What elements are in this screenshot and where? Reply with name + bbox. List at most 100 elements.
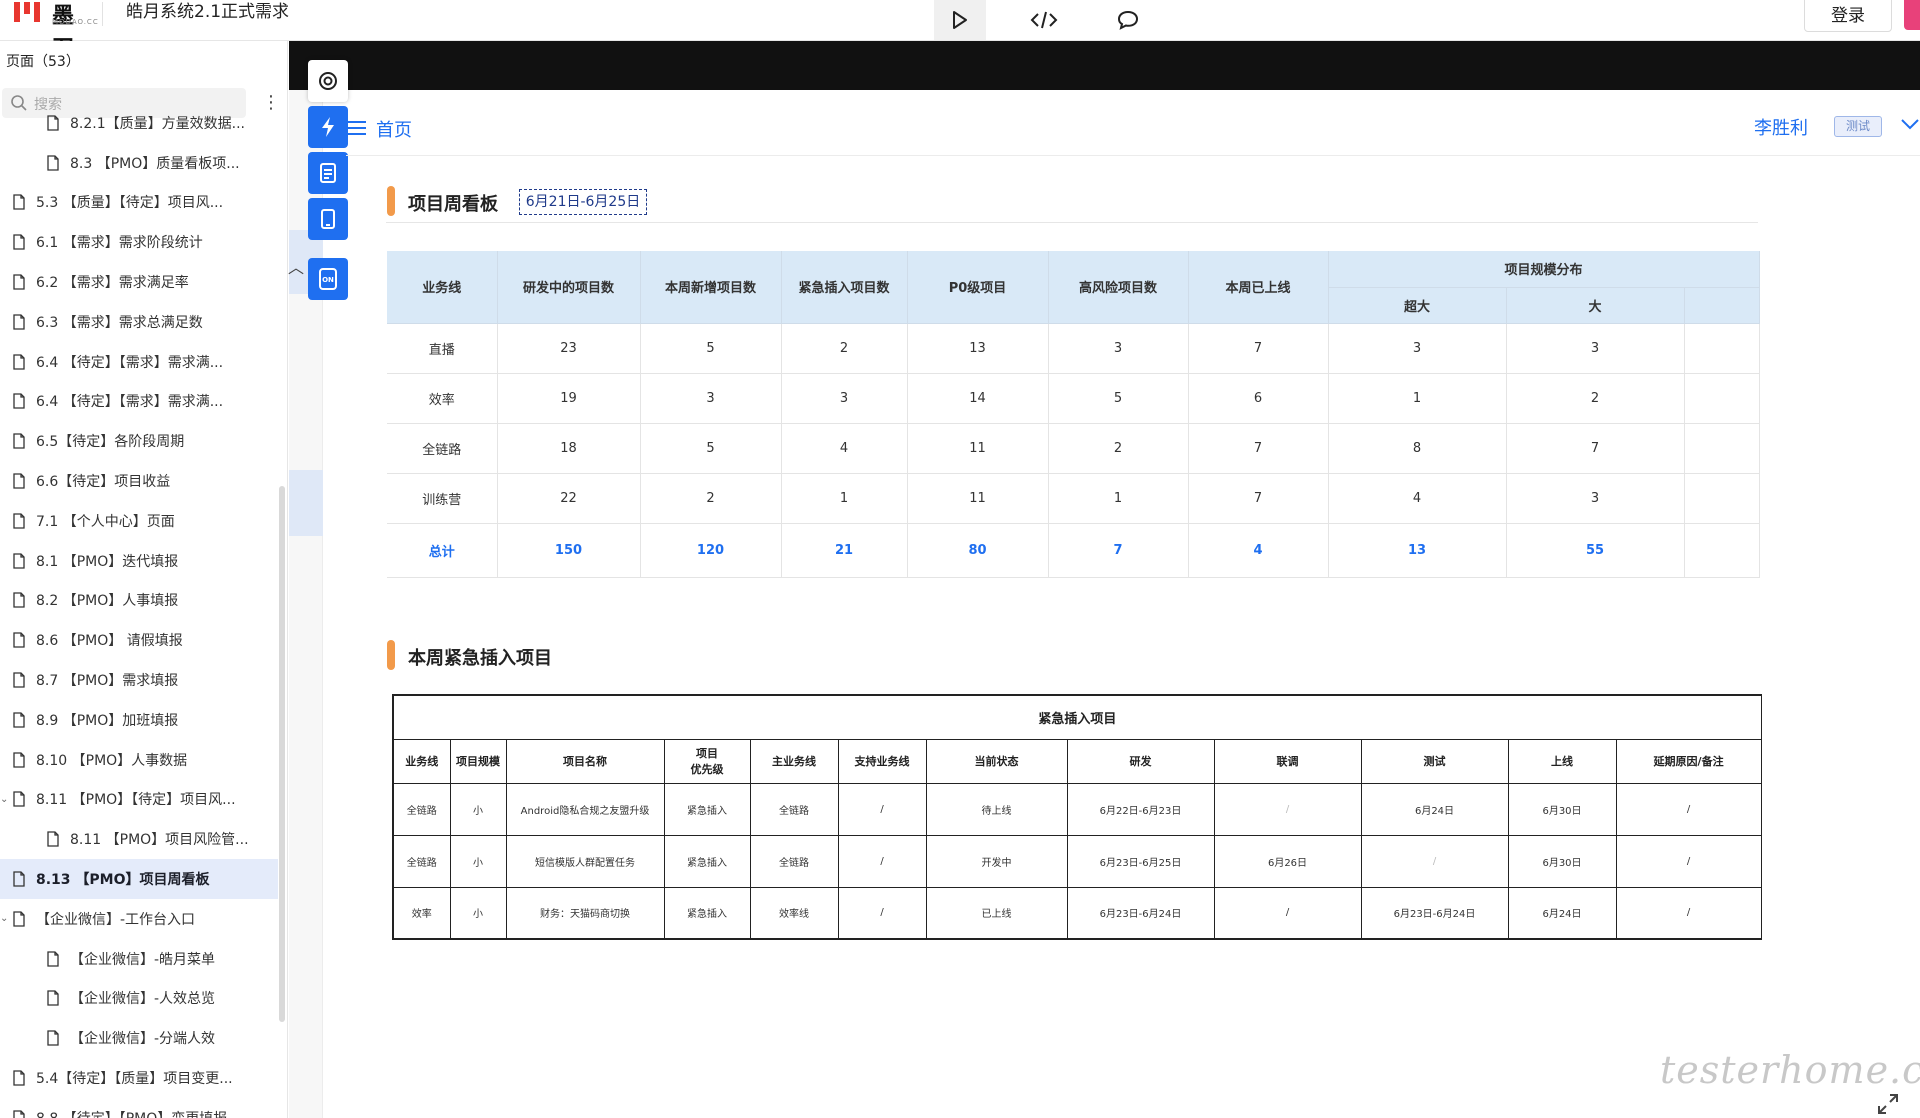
summary-cell: 3 (1048, 323, 1189, 374)
page-tree-label: 【企业微信】-工作台入口 (36, 911, 196, 928)
date-range-tag[interactable]: 6月21日-6月25日 (519, 189, 647, 215)
page-doc-icon (13, 871, 25, 887)
comment-button[interactable] (1102, 0, 1154, 40)
page-tree-item[interactable]: ⌄ 8.11 【PMO】【待定】项目风... (0, 780, 278, 820)
page-doc-icon (13, 592, 25, 609)
summary-cell[interactable]: 7 (1048, 523, 1189, 578)
page-tree-item[interactable]: 【企业微信】-人效总览 (0, 979, 278, 1019)
urgent-title-marker (387, 640, 395, 670)
page-tree-label: 【企业微信】-分端人效 (70, 1031, 216, 1048)
project-title: 皓月系统2.1正式需求 (126, 2, 290, 22)
fullscreen-expand-icon[interactable] (1876, 1092, 1900, 1116)
page-tree: 8.2.1【质量】方量效数据... 8.3 【PMO】质量看板项... 5.3 【质… (0, 115, 278, 1118)
page-tree-item[interactable]: 【企业微信】-皓月菜单 (0, 939, 278, 979)
summary-cell: 23 (497, 323, 641, 374)
urgent-cell: / (1615, 886, 1762, 940)
summary-cell: 2 (781, 323, 908, 374)
code-button[interactable] (1018, 0, 1070, 40)
lightning-button[interactable] (308, 106, 348, 148)
summary-cell: 1 (781, 473, 908, 524)
home-link[interactable]: 首页 (376, 116, 412, 142)
weekly-board-title: 项目周看板 (408, 194, 498, 215)
page-tree-item[interactable]: 8.9 【PMO】加班填报 (0, 700, 278, 740)
summary-cell: 7 (1506, 423, 1685, 474)
page-tree-item[interactable]: 【企业微信】-分端人效 (0, 1018, 278, 1058)
target-button[interactable] (308, 60, 348, 102)
summary-header-cell: 本周新增项目数 (640, 251, 782, 324)
summary-cell[interactable]: 120 (640, 523, 782, 578)
summary-cell: 19 (497, 373, 641, 424)
urgent-cell: / (1615, 782, 1762, 836)
summary-cell[interactable]: 150 (497, 523, 641, 578)
page-tree-item[interactable]: 8.11 【PMO】项目风险管... (0, 819, 278, 859)
mobile-button[interactable] (308, 198, 348, 240)
page-tree-item[interactable]: 5.4【待定】【质量】项目变更... (0, 1058, 278, 1098)
summary-cell[interactable] (1684, 523, 1760, 578)
summary-header-cell: 项目规模分布 (1328, 251, 1760, 288)
expand-chevron-icon[interactable]: ⌄ (0, 794, 8, 805)
collapse-caret-icon[interactable]: ︿ (288, 254, 304, 278)
page-tree-item[interactable]: 6.4 【待定】【需求】需求满... (0, 342, 278, 382)
page-doc-icon (47, 115, 59, 131)
urgent-cell: 短信模版人群配置任务 (505, 834, 665, 888)
summary-cell[interactable]: 总计 (387, 523, 498, 578)
toggle-on-icon: ON (319, 268, 337, 290)
code-icon (1030, 11, 1058, 29)
page-tree-item[interactable]: 8.6 【PMO】 请假填报 (0, 620, 278, 660)
summary-cell: 5 (640, 423, 782, 474)
urgent-cell: 小 (449, 886, 507, 940)
user-name[interactable]: 李胜利 (1754, 114, 1808, 140)
summary-cell[interactable]: 13 (1328, 523, 1507, 578)
avatar-edge[interactable] (1904, 0, 1920, 30)
urgent-cell: / (1213, 782, 1362, 836)
summary-cell[interactable]: 4 (1188, 523, 1329, 578)
urgent-header-cell: 项目 优先级 (663, 738, 751, 784)
urgent-cell: 紧急插入 (663, 834, 751, 888)
page-tree-item[interactable]: 6.2 【需求】需求满足率 (0, 262, 278, 302)
page-tree-item[interactable]: 6.5【待定】各阶段周期 (0, 421, 278, 461)
env-badge: 测试 (1834, 116, 1882, 137)
summary-cell[interactable]: 55 (1506, 523, 1685, 578)
page-tree-item[interactable]: 6.1 【需求】需求阶段统计 (0, 222, 278, 262)
sidebar-scrollbar[interactable] (279, 486, 285, 1022)
summary-cell: 5 (1048, 373, 1189, 424)
page-tree-label: 6.3 【需求】需求总满足数 (36, 314, 203, 331)
page-tree-item[interactable]: 8.2.1【质量】方量效数据... (0, 103, 278, 143)
page-tree-item[interactable]: 8.3 【PMO】质量看板项... (0, 143, 278, 183)
page-tree-item[interactable]: ⌄ 【企业微信】-工作台入口 (0, 899, 278, 939)
urgent-cell: 全链路 (749, 834, 839, 888)
chevron-down-icon[interactable] (1900, 116, 1920, 132)
page-tree-item[interactable]: 6.3 【需求】需求总满足数 (0, 302, 278, 342)
summary-row: 效率 19 3 3 14 5 6 1 2 (387, 373, 1760, 424)
play-button[interactable] (934, 0, 986, 40)
login-button[interactable]: 登录 (1804, 0, 1892, 32)
urgent-cell: / (1360, 834, 1509, 888)
topbar-divider (102, 2, 103, 26)
page-tree-item[interactable]: 8.10 【PMO】人事数据 (0, 740, 278, 780)
summary-cell[interactable]: 80 (907, 523, 1049, 578)
document-button[interactable] (308, 152, 348, 194)
modao-logo[interactable]: 墨刀 MODAO.CC (8, 0, 98, 61)
page-tree-item[interactable]: 5.3 【质量】【待定】项目风... (0, 183, 278, 223)
page-tree-item[interactable]: 8.13 【PMO】项目周看板 (0, 859, 278, 899)
summary-cell[interactable]: 21 (781, 523, 908, 578)
lightning-icon (322, 117, 334, 137)
toggle-button[interactable]: ON (308, 258, 348, 300)
page-tree-item[interactable]: 6.4 【待定】【需求】需求满... (0, 382, 278, 422)
urgent-header-cell: 上线 (1507, 738, 1617, 784)
target-icon (319, 72, 337, 90)
page-tree-item[interactable]: 7.1 【个人中心】页面 (0, 501, 278, 541)
page-doc-icon (47, 155, 59, 171)
page-tree-item[interactable]: 8.1 【PMO】迭代填报 (0, 541, 278, 581)
page-tree-item[interactable]: 8.2 【PMO】人事填报 (0, 581, 278, 621)
hamburger-menu-icon[interactable] (346, 120, 368, 136)
watermark: testerhome.com (1660, 1048, 1920, 1092)
section-divider (386, 222, 1758, 223)
page-tree-item[interactable]: 8.7 【PMO】需求填报 (0, 660, 278, 700)
summary-header-cell: 紧急插入项目数 (781, 251, 908, 324)
page-tree-item[interactable]: 6.6【待定】项目收益 (0, 461, 278, 501)
summary-cell: 3 (1506, 323, 1685, 374)
page-tree-item[interactable]: 8.8 【待定】【PMO】变更填报 (0, 1098, 278, 1118)
expand-chevron-icon[interactable]: ⌄ (0, 913, 8, 924)
strip-highlight-lower (289, 470, 323, 536)
